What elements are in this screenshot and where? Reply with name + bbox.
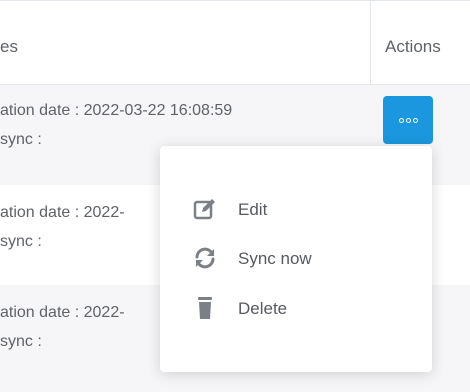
menu-item-sync-now[interactable]: Sync now [160,236,432,280]
table-header: es Actions [0,0,470,85]
menu-item-label: Sync now [238,249,312,268]
last-sync-text: sync : [0,333,42,350]
menu-item-label: Edit [238,200,268,219]
creation-date-text: ation date : 2022- [0,204,125,221]
trash-icon [193,296,217,320]
row-actions-button[interactable] [383,96,433,144]
dot [398,117,404,123]
menu-item-delete[interactable]: Delete [160,286,432,330]
last-sync-text: sync : [0,233,42,250]
actions-column-header: Actions [385,37,441,56]
sync-icon [193,246,217,270]
creation-date-text: ation date : 2022- [0,304,125,321]
dates-column-header: es [0,37,18,56]
dot [412,117,418,123]
edit-icon [193,197,217,221]
column-divider [370,1,371,85]
last-sync-text: sync : [0,131,42,148]
menu-item-edit[interactable]: Edit [160,187,432,231]
creation-date-text: ation date : 2022-03-22 16:08:59 [0,102,233,119]
ellipsis-icon [398,117,418,123]
menu-item-label: Delete [238,299,288,318]
dot [405,117,411,123]
